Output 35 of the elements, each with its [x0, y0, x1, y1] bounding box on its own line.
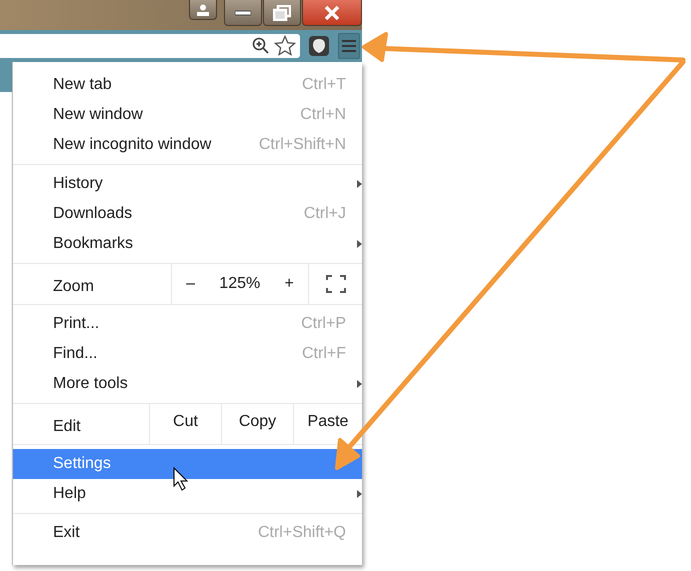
- close-icon: [324, 6, 340, 20]
- menu-item[interactable]: Settings: [13, 449, 362, 479]
- zoom-in-button[interactable]: +: [280, 275, 298, 293]
- zoom-label: Zoom: [13, 264, 172, 304]
- star-icon[interactable]: [274, 35, 296, 57]
- edit-action-button[interactable]: Copy: [221, 404, 293, 444]
- person-icon: [196, 4, 210, 16]
- menu-icon: [341, 39, 357, 53]
- restore-button[interactable]: [263, 0, 301, 26]
- fullscreen-icon: [326, 275, 346, 293]
- menu-item[interactable]: New window Ctrl+N: [13, 100, 362, 130]
- restore-icon: [273, 4, 291, 20]
- menu-button[interactable]: [338, 33, 360, 59]
- edit-label: Edit: [52, 417, 82, 437]
- edit-action-button[interactable]: Cut: [149, 404, 221, 444]
- menu-item[interactable]: Exit Ctrl+Shift+Q: [13, 518, 362, 548]
- profile-button[interactable]: [189, 0, 217, 20]
- mouse-cursor-icon: [174, 466, 188, 491]
- address-bar[interactable]: [0, 34, 300, 58]
- close-button[interactable]: [302, 0, 362, 26]
- menu-item[interactable]: Print... Ctrl+P: [13, 309, 362, 339]
- zoom-level: 125%: [219, 275, 260, 293]
- menu-item[interactable]: History: [13, 169, 362, 199]
- zoom-icon: [252, 37, 270, 55]
- menu-item[interactable]: New tab Ctrl+T: [13, 70, 362, 100]
- minimize-icon: [235, 10, 251, 16]
- menu-item[interactable]: New incognito window Ctrl+Shift+N: [13, 130, 362, 160]
- menu-item[interactable]: Help: [13, 479, 362, 509]
- menu-item[interactable]: Downloads Ctrl+J: [13, 199, 362, 229]
- menu-item[interactable]: Bookmarks: [13, 229, 362, 259]
- extension-icon[interactable]: [308, 35, 330, 57]
- menu-item[interactable]: Find... Ctrl+F: [13, 339, 362, 369]
- minimize-button[interactable]: [224, 0, 262, 26]
- menu-item[interactable]: More tools: [13, 369, 362, 399]
- zoom-out-button[interactable]: –: [182, 275, 200, 293]
